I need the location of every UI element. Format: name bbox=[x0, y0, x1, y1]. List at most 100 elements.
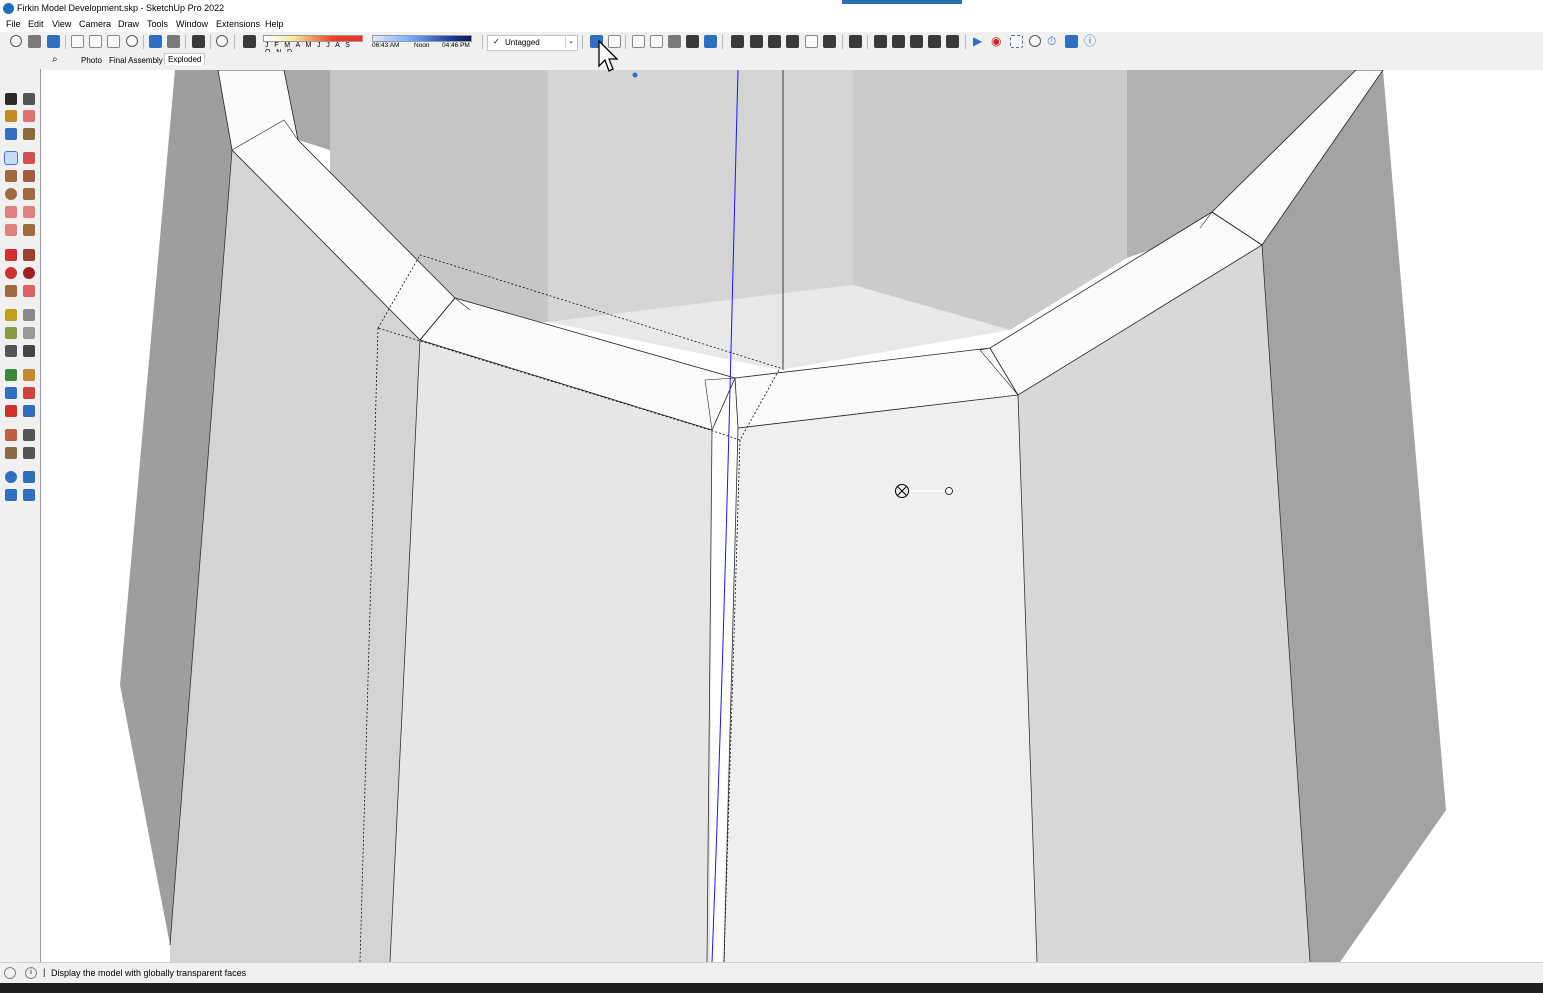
scene-search-icon[interactable]: ⌕ bbox=[52, 54, 58, 65]
orbit-tool-icon[interactable] bbox=[5, 369, 17, 381]
protractor-icon[interactable] bbox=[5, 327, 17, 339]
wireframe-icon[interactable] bbox=[632, 35, 645, 48]
paste-icon[interactable] bbox=[107, 35, 120, 48]
three-point-arc-icon[interactable] bbox=[5, 224, 17, 236]
offset-tool-icon[interactable] bbox=[23, 285, 35, 297]
select-region-icon[interactable] bbox=[1010, 35, 1023, 48]
sandbox-icon[interactable] bbox=[5, 471, 17, 483]
back-view-icon[interactable] bbox=[805, 35, 818, 48]
lasso-tool-icon[interactable] bbox=[23, 93, 35, 105]
line-tool-icon[interactable] bbox=[4, 151, 18, 165]
menu-tools[interactable]: Tools bbox=[147, 19, 168, 29]
paint-bucket-icon[interactable] bbox=[5, 110, 17, 122]
axes-tool-icon[interactable] bbox=[5, 345, 17, 357]
tag-dropdown[interactable]: ✓ Untagged ⌄ bbox=[487, 35, 578, 51]
hidden-line-icon[interactable] bbox=[650, 35, 663, 48]
move-tool-icon[interactable] bbox=[5, 249, 17, 261]
warehouse-icon[interactable] bbox=[946, 35, 959, 48]
right-view-icon[interactable] bbox=[786, 35, 799, 48]
menu-view[interactable]: View bbox=[52, 19, 71, 29]
geo-location-icon[interactable] bbox=[4, 967, 16, 979]
arc-tool-icon[interactable] bbox=[5, 206, 17, 218]
menu-file[interactable]: File bbox=[6, 19, 21, 29]
components-icon[interactable] bbox=[849, 35, 862, 48]
model-canvas[interactable] bbox=[41, 70, 1543, 962]
shaded-icon[interactable] bbox=[668, 35, 681, 48]
screen-icon[interactable] bbox=[1065, 35, 1078, 48]
section-plane-icon[interactable] bbox=[874, 35, 887, 48]
menu-window[interactable]: Window bbox=[176, 19, 208, 29]
rotated-rectangle-icon[interactable] bbox=[23, 170, 35, 182]
tag-tool-icon[interactable] bbox=[23, 128, 35, 140]
menu-help[interactable]: Help bbox=[265, 19, 284, 29]
shaded-textures-icon[interactable] bbox=[686, 35, 699, 48]
section-display-icon[interactable] bbox=[892, 35, 905, 48]
drape-icon[interactable] bbox=[23, 489, 35, 501]
two-point-arc-icon[interactable] bbox=[23, 206, 35, 218]
shadows-icon[interactable] bbox=[243, 35, 256, 48]
left-view-icon[interactable] bbox=[823, 35, 836, 48]
scale-tool-icon[interactable] bbox=[5, 285, 17, 297]
help-icon[interactable]: ⓘ bbox=[1084, 35, 1097, 48]
monochrome-icon[interactable] bbox=[704, 35, 717, 48]
tape-measure-icon[interactable] bbox=[5, 309, 17, 321]
tab-final-assembly[interactable]: Final Assembly bbox=[106, 55, 166, 66]
menu-edit[interactable]: Edit bbox=[28, 19, 44, 29]
zoom-tool-icon[interactable] bbox=[5, 387, 17, 399]
tab-exploded[interactable]: Exploded bbox=[164, 53, 206, 65]
redo-icon[interactable] bbox=[167, 35, 180, 48]
previous-view-icon[interactable] bbox=[23, 405, 35, 417]
save-icon[interactable] bbox=[47, 35, 60, 48]
component-tool-icon[interactable] bbox=[5, 128, 17, 140]
new-icon[interactable] bbox=[10, 35, 22, 47]
freehand-tool-icon[interactable] bbox=[23, 152, 35, 164]
polygon-tool-icon[interactable] bbox=[23, 188, 35, 200]
eraser-icon[interactable] bbox=[23, 110, 35, 122]
rectangle-tool-icon[interactable] bbox=[5, 170, 17, 182]
chevron-down-icon[interactable]: ⌄ bbox=[565, 37, 576, 48]
erase-icon[interactable] bbox=[126, 35, 138, 47]
undo-icon[interactable] bbox=[149, 35, 162, 48]
section-cuts-icon[interactable] bbox=[910, 35, 923, 48]
print-icon[interactable] bbox=[192, 35, 205, 48]
menu-extensions[interactable]: Extensions bbox=[216, 19, 260, 29]
timer-icon[interactable]: ⏱ bbox=[1047, 35, 1060, 48]
credits-info-icon[interactable]: i bbox=[25, 967, 37, 979]
tab-photo[interactable]: Photo bbox=[78, 55, 105, 66]
stop-icon[interactable] bbox=[1029, 35, 1041, 47]
model-viewport[interactable] bbox=[41, 70, 1543, 962]
iso-view-icon[interactable] bbox=[731, 35, 744, 48]
zoom-window-icon[interactable] bbox=[23, 387, 35, 399]
cut-icon[interactable] bbox=[71, 35, 84, 48]
follow-me-icon[interactable] bbox=[23, 267, 35, 279]
front-view-icon[interactable] bbox=[768, 35, 781, 48]
walk-tool-icon[interactable] bbox=[5, 447, 17, 459]
3d-text-icon[interactable] bbox=[23, 345, 35, 357]
shadow-date-slider[interactable]: J F M A M J J A S O N D bbox=[263, 34, 363, 56]
circle-tool-icon[interactable] bbox=[5, 188, 17, 200]
select-tool-icon[interactable] bbox=[5, 93, 17, 105]
look-around-icon[interactable] bbox=[23, 429, 35, 441]
play-icon[interactable]: ▶ bbox=[973, 35, 986, 48]
text-tool-icon[interactable] bbox=[23, 327, 35, 339]
record-icon[interactable]: ◉ bbox=[991, 35, 1004, 48]
terrain-icon[interactable] bbox=[23, 471, 35, 483]
dimension-tool-icon[interactable] bbox=[23, 309, 35, 321]
push-pull-icon[interactable] bbox=[23, 249, 35, 261]
pan-tool-icon[interactable] bbox=[23, 369, 35, 381]
top-view-icon[interactable] bbox=[750, 35, 763, 48]
copy-icon[interactable] bbox=[89, 35, 102, 48]
open-icon[interactable] bbox=[28, 35, 41, 48]
menu-camera[interactable]: Camera bbox=[79, 19, 111, 29]
shadow-time-slider[interactable]: 06:43 AM Noon 04:46 PM bbox=[372, 34, 472, 50]
section-fill-icon[interactable] bbox=[928, 35, 941, 48]
rotate-tool-icon[interactable] bbox=[5, 267, 17, 279]
pie-tool-icon[interactable] bbox=[23, 224, 35, 236]
stamp-icon[interactable] bbox=[5, 489, 17, 501]
zoom-extents-icon[interactable] bbox=[5, 405, 17, 417]
menu-draw[interactable]: Draw bbox=[118, 19, 139, 29]
window-title: Firkin Model Development.skp - SketchUp … bbox=[17, 3, 225, 13]
model-info-icon[interactable] bbox=[216, 35, 228, 47]
position-camera-icon[interactable] bbox=[5, 429, 17, 441]
section-plane-tool-icon[interactable] bbox=[23, 447, 35, 459]
